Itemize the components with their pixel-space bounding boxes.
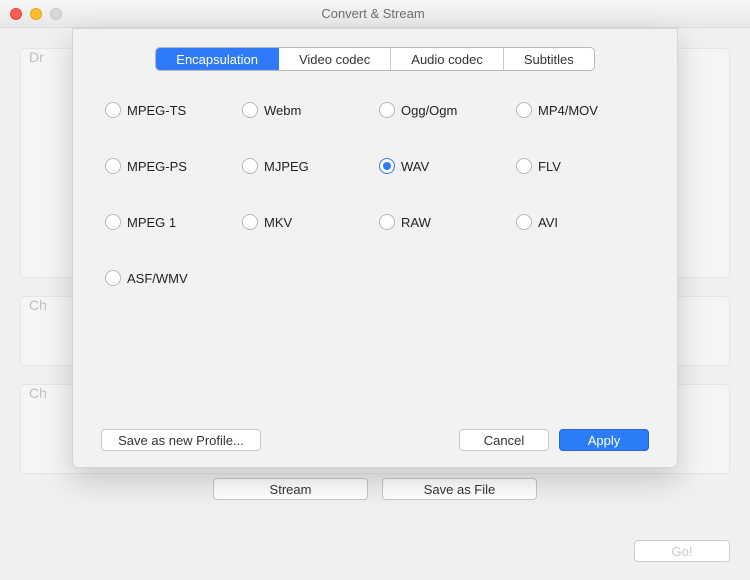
radio-label: MJPEG <box>264 159 309 174</box>
radio-mpeg-ps[interactable]: MPEG-PS <box>105 157 234 175</box>
radio-label: ASF/WMV <box>127 271 188 286</box>
radio-label: RAW <box>401 215 431 230</box>
radio-mpeg-1[interactable]: MPEG 1 <box>105 213 234 231</box>
stream-button[interactable]: Stream <box>213 478 368 500</box>
tab-bar: EncapsulationVideo codecAudio codecSubti… <box>155 47 594 71</box>
save-as-new-profile-button[interactable]: Save as new Profile... <box>101 429 261 451</box>
tab-subtitles[interactable]: Subtitles <box>504 48 594 70</box>
radio-icon <box>379 102 395 118</box>
radio-label: MPEG 1 <box>127 215 176 230</box>
radio-icon <box>105 214 121 230</box>
radio-flv[interactable]: FLV <box>516 157 645 175</box>
tab-encapsulation[interactable]: Encapsulation <box>156 48 279 70</box>
save-as-file-button[interactable]: Save as File <box>382 478 537 500</box>
radio-mp4-mov[interactable]: MP4/MOV <box>516 101 645 119</box>
radio-label: MKV <box>264 215 292 230</box>
bg-footer: Go! <box>0 528 750 580</box>
encapsulation-radio-grid: MPEG-TS Webm Ogg/Ogm MP4/MOV MPEG-PS MJPEG WAV… <box>101 95 649 287</box>
radio-label: Ogg/Ogm <box>401 103 457 118</box>
radio-asf-wmv[interactable]: ASF/WMV <box>105 269 234 287</box>
tab-audio-codec[interactable]: Audio codec <box>391 48 504 70</box>
radio-icon <box>516 214 532 230</box>
radio-label: FLV <box>538 159 561 174</box>
radio-ogg-ogm[interactable]: Ogg/Ogm <box>379 101 508 119</box>
destination-buttons: Stream Save as File <box>0 478 750 500</box>
radio-icon <box>379 158 395 174</box>
radio-label: AVI <box>538 215 558 230</box>
radio-mpeg-ts[interactable]: MPEG-TS <box>105 101 234 119</box>
radio-mkv[interactable]: MKV <box>242 213 371 231</box>
radio-label: WAV <box>401 159 429 174</box>
radio-icon <box>379 214 395 230</box>
window-title: Convert & Stream <box>6 6 740 21</box>
radio-webm[interactable]: Webm <box>242 101 371 119</box>
radio-icon <box>105 158 121 174</box>
radio-icon <box>242 214 258 230</box>
cancel-button[interactable]: Cancel <box>459 429 549 451</box>
radio-icon <box>242 158 258 174</box>
radio-mjpeg[interactable]: MJPEG <box>242 157 371 175</box>
sheet-footer: Save as new Profile... Cancel Apply <box>101 417 649 451</box>
radio-icon <box>242 102 258 118</box>
radio-icon <box>105 102 121 118</box>
radio-raw[interactable]: RAW <box>379 213 508 231</box>
radio-icon <box>105 270 121 286</box>
radio-label: MPEG-PS <box>127 159 187 174</box>
apply-button[interactable]: Apply <box>559 429 649 451</box>
radio-label: Webm <box>264 103 301 118</box>
radio-inner-dot <box>383 162 391 170</box>
radio-label: MP4/MOV <box>538 103 598 118</box>
titlebar: Convert & Stream <box>0 0 750 28</box>
radio-label: MPEG-TS <box>127 103 186 118</box>
tab-video-codec[interactable]: Video codec <box>279 48 391 70</box>
radio-wav[interactable]: WAV <box>379 157 508 175</box>
radio-icon <box>516 102 532 118</box>
profile-sheet: EncapsulationVideo codecAudio codecSubti… <box>72 28 678 468</box>
radio-avi[interactable]: AVI <box>516 213 645 231</box>
go-button[interactable]: Go! <box>634 540 730 562</box>
radio-icon <box>516 158 532 174</box>
